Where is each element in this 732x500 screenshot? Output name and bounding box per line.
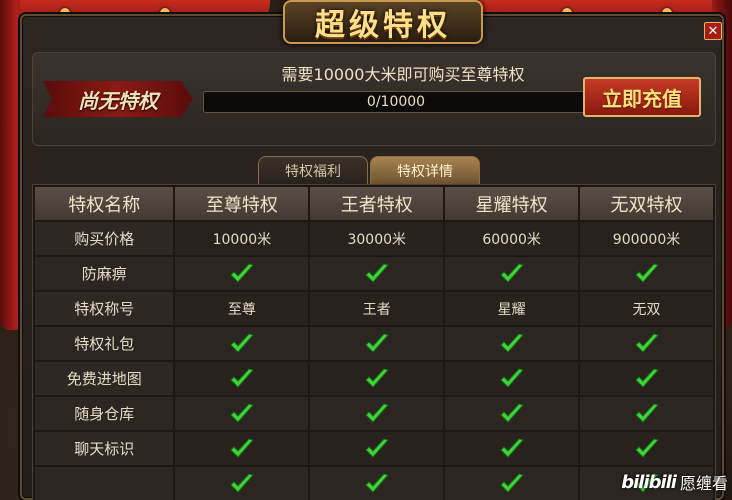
- checkmark-icon: [230, 472, 254, 493]
- row-privilege-name: 特权称号: [35, 292, 174, 325]
- privilege-table: 特权名称 至尊特权 王者特权 星耀特权 无双特权 购买价格 10000米 30000…: [32, 184, 716, 500]
- vip-status-box: 尚无特权 需要10000大米即可购买至尊特权 0/10000 立即充值: [32, 52, 716, 146]
- checkmark-icon: [499, 262, 524, 283]
- checkmark-icon: [365, 262, 389, 283]
- window-title: 超级特权: [315, 8, 451, 43]
- checkmark-icon: [365, 437, 389, 458]
- tab-privilege-benefits[interactable]: 特权福利: [258, 156, 368, 184]
- table-row: 聊天标识: [35, 432, 713, 465]
- checkmark-icon: [365, 367, 389, 388]
- table-cell: [580, 257, 713, 290]
- table-cell: 30000米: [310, 222, 444, 255]
- header-peerless: 无双特权: [580, 187, 713, 220]
- requirement-text: 需要10000大米即可购买至尊特权: [281, 65, 525, 84]
- table-cell: [310, 467, 444, 500]
- table-cell: 至尊: [175, 292, 309, 325]
- checkmark-icon: [499, 437, 524, 458]
- table-cell: [175, 327, 309, 360]
- checkmark-icon: [499, 472, 524, 493]
- table-cell: [445, 432, 579, 465]
- table-cell: 星耀: [445, 292, 579, 325]
- table-cell: 10000米: [175, 222, 309, 255]
- close-button[interactable]: ✕: [704, 22, 722, 40]
- table-cell: [310, 362, 444, 395]
- checkmark-icon: [634, 332, 659, 353]
- rank-label: 尚无特权: [78, 88, 158, 113]
- table-row: [35, 467, 713, 500]
- table-row: 购买价格 10000米 30000米 60000米 900000米: [35, 222, 713, 255]
- table-cell: [310, 432, 444, 465]
- table-row: 防麻痹: [35, 257, 713, 290]
- table-row: 特权礼包: [35, 327, 713, 360]
- table-cell: [445, 327, 579, 360]
- watermark-text: 愿缠看: [679, 474, 728, 493]
- table-cell: [175, 397, 309, 430]
- header-star: 星耀特权: [445, 187, 579, 220]
- table-header-row: 特权名称 至尊特权 王者特权 星耀特权 无双特权: [35, 187, 713, 220]
- progress-label: 0/10000: [366, 94, 426, 110]
- table-row: 特权称号 至尊 王者 星耀 无双: [35, 292, 713, 325]
- checkmark-icon: [230, 332, 254, 353]
- table-cell: [175, 467, 309, 500]
- checkmark-icon: [634, 367, 659, 388]
- table-cell: [445, 467, 579, 500]
- close-icon: ✕: [707, 23, 719, 39]
- recharge-progress-bar: 0/10000: [203, 91, 589, 113]
- checkmark-icon: [499, 402, 524, 423]
- checkmark-icon: [230, 402, 254, 423]
- checkmark-icon: [230, 437, 254, 458]
- table-cell: [175, 257, 309, 290]
- title-banner: 超级特权: [283, 0, 483, 44]
- checkmark-icon: [499, 367, 524, 388]
- table-cell: 王者: [310, 292, 444, 325]
- table-cell: [580, 397, 713, 430]
- table-cell: [445, 397, 579, 430]
- row-privilege-name: 随身仓库: [35, 397, 174, 430]
- table-cell: [175, 362, 309, 395]
- table-cell: [580, 432, 713, 465]
- table-row: 免费进地图: [35, 362, 713, 395]
- row-privilege-name: 聊天标识: [35, 432, 174, 465]
- tab-bar: 特权福利 特权详情: [258, 156, 480, 184]
- table-cell: [445, 362, 579, 395]
- watermark: bilibili 愿缠看: [621, 470, 728, 494]
- header-king: 王者特权: [310, 187, 444, 220]
- row-privilege-name: 购买价格: [35, 222, 174, 255]
- checkmark-icon: [634, 262, 659, 283]
- table-row: 随身仓库: [35, 397, 713, 430]
- checkmark-icon: [499, 332, 524, 353]
- table-cell: [310, 327, 444, 360]
- row-privilege-name: 特权礼包: [35, 327, 174, 360]
- table-cell: [580, 327, 713, 360]
- header-supreme: 至尊特权: [175, 187, 309, 220]
- table-cell: [445, 257, 579, 290]
- table-cell: 900000米: [580, 222, 713, 255]
- checkmark-icon: [365, 472, 389, 493]
- tab-privilege-details[interactable]: 特权详情: [370, 156, 480, 184]
- row-privilege-name: 防麻痹: [35, 257, 174, 290]
- table-cell: 60000米: [445, 222, 579, 255]
- table-cell: [175, 432, 309, 465]
- table-cell: [310, 397, 444, 430]
- checkmark-icon: [365, 402, 389, 423]
- checkmark-icon: [365, 332, 389, 353]
- table-cell: 无双: [580, 292, 713, 325]
- checkmark-icon: [230, 262, 254, 283]
- row-privilege-name: 免费进地图: [35, 362, 174, 395]
- table-cell: [580, 362, 713, 395]
- checkmark-icon: [634, 437, 659, 458]
- rank-tag: 尚无特权: [43, 81, 193, 117]
- checkmark-icon: [634, 402, 659, 423]
- recharge-button[interactable]: 立即充值: [583, 77, 701, 117]
- checkmark-icon: [230, 367, 254, 388]
- table-cell: [310, 257, 444, 290]
- bilibili-logo: bilibili: [621, 471, 677, 493]
- header-privilege-name: 特权名称: [35, 187, 174, 220]
- row-privilege-name: [35, 467, 174, 500]
